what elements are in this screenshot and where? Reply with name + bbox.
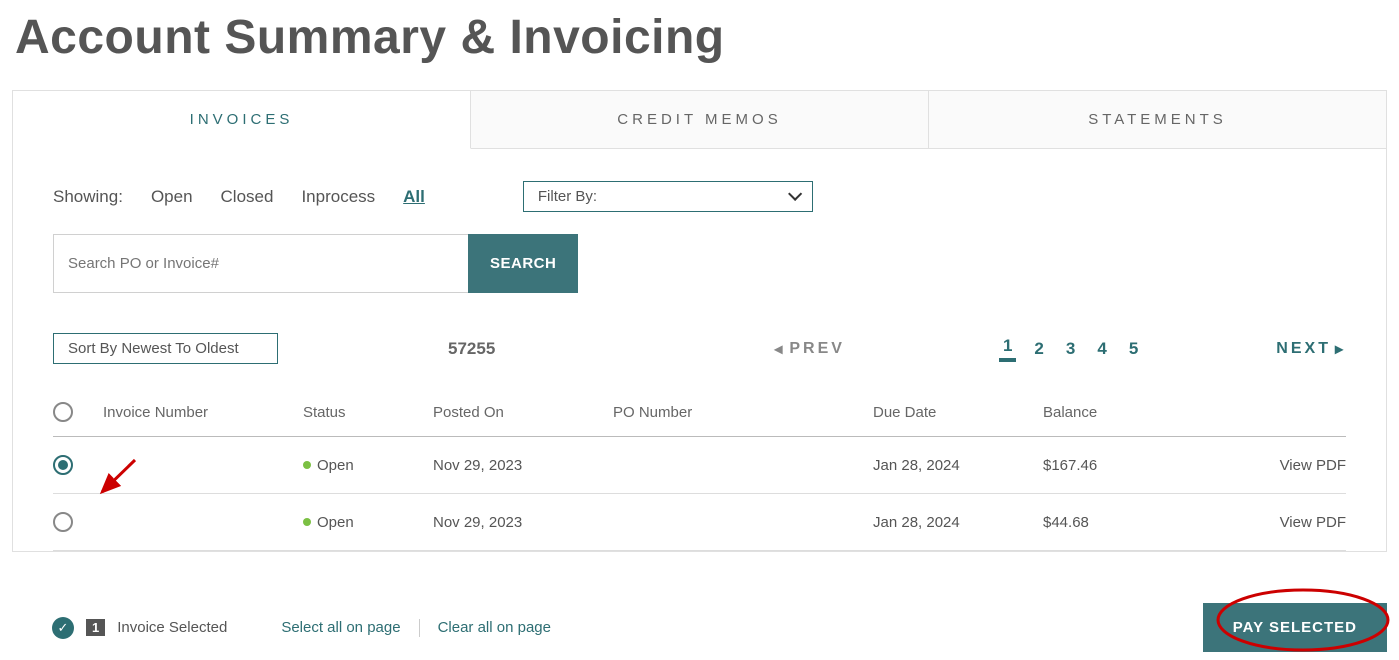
view-pdf-link[interactable]: View PDF: [1280, 457, 1346, 474]
header-status: Status: [303, 404, 433, 421]
prev-button[interactable]: ◂ PREV: [774, 339, 845, 359]
header-posted-on: Posted On: [433, 404, 613, 421]
status-dot-icon: [303, 461, 311, 469]
posted-on-value: Nov 29, 2023: [433, 514, 613, 531]
chevron-down-icon: [788, 188, 798, 205]
status-label: Open: [317, 457, 354, 474]
page-5[interactable]: 5: [1125, 339, 1142, 359]
filter-closed[interactable]: Closed: [221, 187, 274, 207]
next-label: NEXT: [1276, 340, 1331, 358]
table-row: Open Nov 29, 2023 Jan 28, 2024 $44.68 Vi…: [53, 494, 1346, 551]
header-po-number: PO Number: [613, 404, 873, 421]
status-dot-icon: [303, 518, 311, 526]
posted-on-value: Nov 29, 2023: [433, 457, 613, 474]
next-button[interactable]: NEXT ▸: [1276, 339, 1346, 359]
select-all-radio[interactable]: [53, 402, 73, 422]
clear-all-link[interactable]: Clear all on page: [438, 619, 551, 636]
selection-footer: ✓ 1 Invoice Selected Select all on page …: [52, 603, 1387, 652]
due-date-value: Jan 28, 2024: [873, 514, 1043, 531]
tab-content: Showing: Open Closed Inprocess All Filte…: [13, 149, 1386, 551]
due-date-value: Jan 28, 2024: [873, 457, 1043, 474]
header-invoice-number: Invoice Number: [103, 404, 303, 421]
page-1[interactable]: 1: [999, 336, 1016, 362]
sort-dropdown[interactable]: Sort By Newest To Oldest: [53, 333, 278, 364]
prev-label: PREV: [789, 340, 845, 358]
page-3[interactable]: 3: [1062, 339, 1079, 359]
tab-credit-memos[interactable]: CREDIT MEMOS: [471, 91, 929, 148]
chevron-right-icon: ▸: [1335, 339, 1346, 359]
tabs-container: INVOICES CREDIT MEMOS STATEMENTS Showing…: [12, 90, 1387, 552]
search-button[interactable]: SEARCH: [468, 234, 578, 293]
pay-selected-button[interactable]: PAY SELECTED: [1203, 603, 1387, 652]
filter-open[interactable]: Open: [151, 187, 193, 207]
table-row: Open Nov 29, 2023 Jan 28, 2024 $167.46 V…: [53, 437, 1346, 494]
balance-value: $44.68: [1043, 514, 1203, 531]
chevron-left-icon: ◂: [774, 339, 785, 359]
balance-value: $167.46: [1043, 457, 1203, 474]
showing-label: Showing:: [53, 187, 123, 207]
row-select-radio[interactable]: [53, 455, 73, 475]
tabs: INVOICES CREDIT MEMOS STATEMENTS: [13, 91, 1386, 149]
tab-statements[interactable]: STATEMENTS: [929, 91, 1386, 148]
page-2[interactable]: 2: [1030, 339, 1047, 359]
list-controls: Sort By Newest To Oldest 57255 ◂ PREV 1 …: [53, 333, 1346, 364]
filter-inprocess[interactable]: Inprocess: [301, 187, 375, 207]
header-balance: Balance: [1043, 404, 1203, 421]
table-header: Invoice Number Status Posted On PO Numbe…: [53, 388, 1346, 437]
page-4[interactable]: 4: [1093, 339, 1110, 359]
selection-count: 1: [86, 619, 105, 636]
check-icon: ✓: [52, 617, 74, 639]
search-row: SEARCH: [53, 234, 1346, 293]
pagination: ◂ PREV 1 2 3 4 5 NEXT ▸: [774, 336, 1346, 362]
header-due-date: Due Date: [873, 404, 1043, 421]
row-select-radio[interactable]: [53, 512, 73, 532]
filter-all[interactable]: All: [403, 187, 425, 207]
filter-row: Showing: Open Closed Inprocess All Filte…: [53, 181, 1346, 212]
page-title: Account Summary & Invoicing: [0, 0, 1399, 90]
filter-by-label: Filter By:: [538, 188, 597, 205]
tab-invoices[interactable]: INVOICES: [13, 91, 471, 149]
status-label: Open: [317, 514, 354, 531]
divider: [419, 619, 420, 637]
total-count: 57255: [448, 339, 495, 359]
search-input[interactable]: [53, 234, 468, 293]
filter-by-dropdown[interactable]: Filter By:: [523, 181, 813, 212]
selection-label: Invoice Selected: [117, 619, 227, 636]
select-all-link[interactable]: Select all on page: [281, 619, 400, 636]
view-pdf-link[interactable]: View PDF: [1280, 514, 1346, 531]
